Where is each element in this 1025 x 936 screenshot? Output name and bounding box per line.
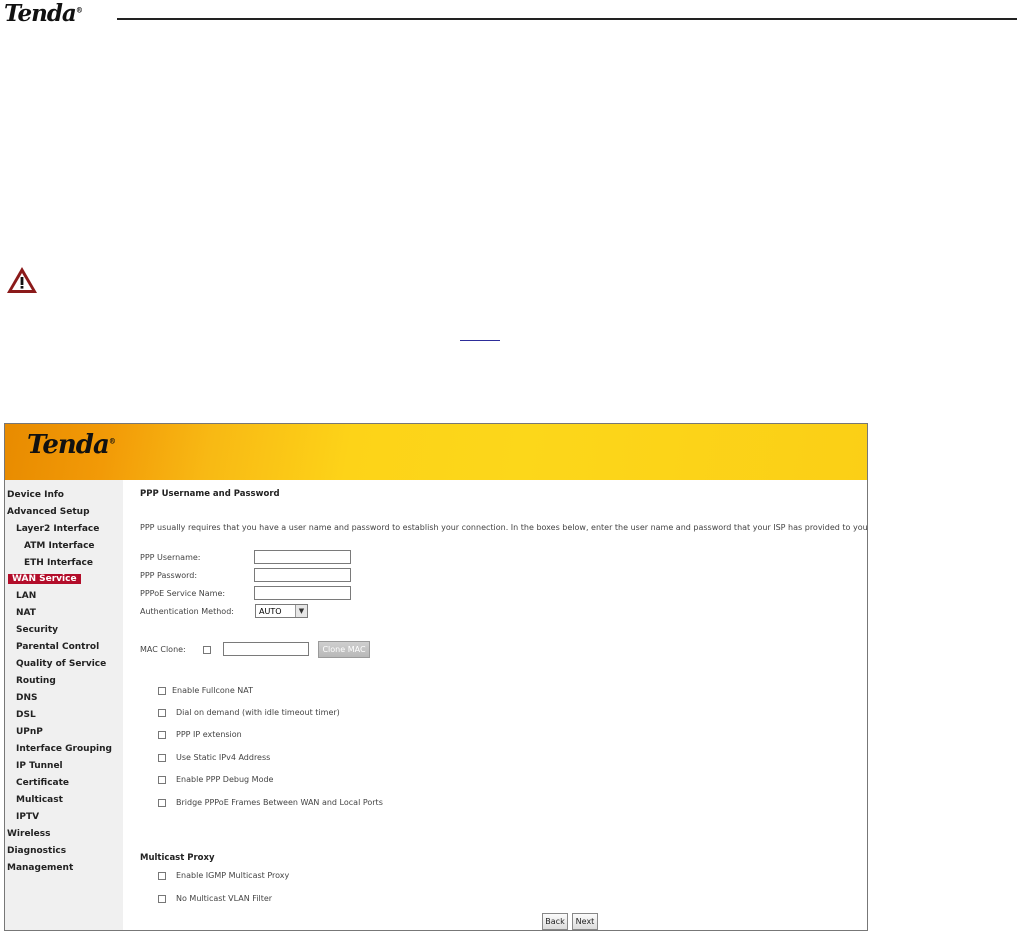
form-title: PPP Username and Password: [140, 489, 280, 499]
router-banner: Tenda®: [5, 424, 867, 480]
dial-on-demand-label: Dial on demand (with idle timeout timer): [176, 708, 340, 717]
sidebar-item-advanced-setup[interactable]: Advanced Setup: [7, 507, 90, 517]
logo-text: Tenda: [4, 0, 77, 27]
no-multicast-vlan-label: No Multicast VLAN Filter: [176, 894, 273, 903]
igmp-proxy-label: Enable IGMP Multicast Proxy: [176, 871, 290, 880]
bridge-pppoe-checkbox[interactable]: [158, 799, 166, 807]
router-logo: Tenda®: [27, 430, 116, 460]
main-content: PPP Username and Password PPP usually re…: [127, 480, 867, 930]
sidebar-item-parental-control[interactable]: Parental Control: [16, 642, 99, 652]
service-name-field[interactable]: [254, 586, 351, 600]
next-button[interactable]: Next: [572, 913, 598, 930]
registered-mark: ®: [75, 5, 83, 15]
ppp-ip-extension-label: PPP IP extension: [176, 730, 242, 739]
mac-clone-label: MAC Clone:: [140, 645, 186, 654]
fullcone-nat-label: Enable Fullcone NAT: [172, 686, 254, 695]
bridge-pppoe-label: Bridge PPPoE Frames Between WAN and Loca…: [176, 798, 383, 807]
sidebar-item-upnp[interactable]: UPnP: [16, 727, 43, 737]
password-field[interactable]: [254, 568, 351, 582]
router-screenshot: Tenda® Device Info Advanced Setup Layer2…: [4, 423, 868, 931]
warning-icon: [7, 267, 37, 293]
link-underline[interactable]: [460, 340, 500, 341]
sidebar-item-lan[interactable]: LAN: [16, 591, 36, 601]
sidebar-item-wan-service[interactable]: WAN Service: [8, 574, 81, 584]
username-field[interactable]: [254, 550, 351, 564]
fullcone-nat-checkbox[interactable]: [158, 687, 166, 695]
auth-method-select[interactable]: AUTO ▼: [255, 604, 308, 618]
sidebar-item-layer2-interface[interactable]: Layer2 Interface: [16, 524, 99, 534]
mac-clone-checkbox[interactable]: [203, 646, 211, 654]
sidebar-item-dsl[interactable]: DSL: [16, 710, 36, 720]
sidebar-item-iptv[interactable]: IPTV: [16, 812, 39, 822]
header-rule: [117, 18, 1017, 20]
sidebar-item-routing[interactable]: Routing: [16, 676, 56, 686]
sidebar-item-multicast[interactable]: Multicast: [16, 795, 63, 805]
sidebar-item-quality-of-service[interactable]: Quality of Service: [16, 659, 106, 669]
sidebar-item-device-info[interactable]: Device Info: [7, 490, 64, 500]
service-name-label: PPPoE Service Name:: [140, 589, 226, 598]
ppp-debug-checkbox[interactable]: [158, 776, 166, 784]
username-label: PPP Username:: [140, 553, 201, 562]
static-ipv4-label: Use Static IPv4 Address: [176, 753, 271, 762]
igmp-proxy-checkbox[interactable]: [158, 872, 166, 880]
dial-on-demand-checkbox[interactable]: [158, 709, 166, 717]
sidebar-item-security[interactable]: Security: [16, 625, 58, 635]
sidebar-item-certificate[interactable]: Certificate: [16, 778, 69, 788]
multicast-proxy-title: Multicast Proxy: [140, 853, 215, 863]
mac-clone-field[interactable]: [223, 642, 309, 656]
sidebar-item-wireless[interactable]: Wireless: [7, 829, 50, 839]
router-logo-text: Tenda: [27, 430, 110, 460]
auth-method-value: AUTO: [259, 606, 282, 616]
sidebar-item-management[interactable]: Management: [7, 863, 73, 873]
sidebar: Device Info Advanced Setup Layer2 Interf…: [5, 480, 123, 930]
static-ipv4-checkbox[interactable]: [158, 754, 166, 762]
sidebar-item-interface-grouping[interactable]: Interface Grouping: [16, 744, 112, 754]
sidebar-item-diagnostics[interactable]: Diagnostics: [7, 846, 66, 856]
ppp-ip-extension-checkbox[interactable]: [158, 731, 166, 739]
chevron-down-icon[interactable]: ▼: [295, 605, 307, 617]
router-registered-mark: ®: [108, 436, 116, 446]
sidebar-item-ip-tunnel[interactable]: IP Tunnel: [16, 761, 63, 771]
sidebar-item-nat[interactable]: NAT: [16, 608, 36, 618]
ppp-debug-label: Enable PPP Debug Mode: [176, 775, 274, 784]
sidebar-item-dns[interactable]: DNS: [16, 693, 38, 703]
auth-method-label: Authentication Method:: [140, 607, 234, 616]
sidebar-item-atm-interface[interactable]: ATM Interface: [24, 541, 95, 551]
no-multicast-vlan-checkbox[interactable]: [158, 895, 166, 903]
clone-mac-button[interactable]: Clone MAC: [318, 641, 370, 658]
password-label: PPP Password:: [140, 571, 198, 580]
back-button[interactable]: Back: [542, 913, 568, 930]
form-description: PPP usually requires that you have a use…: [140, 523, 868, 532]
sidebar-item-eth-interface[interactable]: ETH Interface: [24, 558, 93, 568]
tenda-logo: Tenda®: [4, 0, 83, 27]
